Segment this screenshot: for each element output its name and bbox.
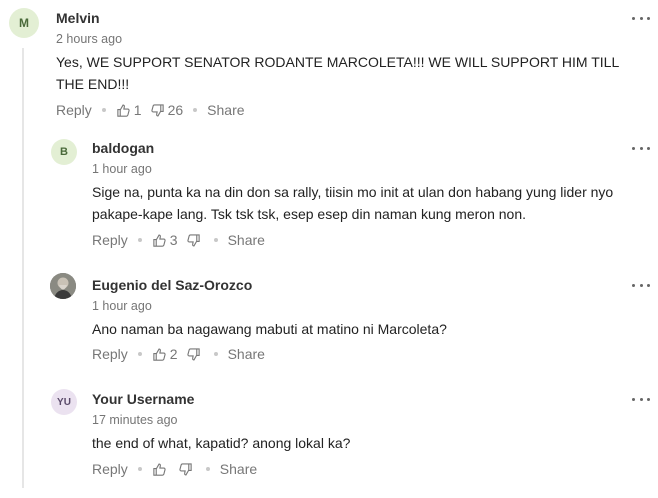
comment-actions: Reply Share — [92, 461, 257, 477]
more-options-icon[interactable] — [632, 143, 650, 153]
share-button[interactable]: Share — [228, 346, 265, 362]
avatar[interactable]: M — [9, 8, 39, 38]
reply-button[interactable]: Reply — [92, 346, 128, 362]
reply-button[interactable]: Reply — [92, 232, 128, 248]
comment-text: Yes, WE SUPPORT SENATOR RODANTE MARCOLET… — [56, 54, 619, 92]
thumbs-down-icon — [179, 462, 192, 476]
thumbs-up-icon — [153, 233, 166, 247]
comment-actions: Reply 1 26 Share — [56, 102, 245, 118]
thumbs-down-icon — [150, 103, 164, 117]
share-button[interactable]: Share — [220, 461, 257, 477]
thumbs-down-icon — [186, 347, 200, 361]
separator-dot — [193, 108, 198, 112]
upvote-button[interactable]: 2 — [152, 346, 186, 362]
separator-dot — [213, 238, 218, 242]
downvote-count: 26 — [167, 102, 184, 118]
share-button[interactable]: Share — [228, 232, 265, 248]
thumbs-down-icon — [186, 233, 200, 247]
upvote-count: 1 — [133, 102, 142, 118]
avatar[interactable] — [50, 273, 76, 299]
thread-line — [22, 48, 24, 488]
thumbs-up-icon — [117, 103, 130, 117]
avatar[interactable]: YU — [51, 389, 77, 415]
comment-text: Sige na, punta ka na din don sa rally, t… — [92, 184, 614, 222]
comment-time[interactable]: 17 minutes ago — [92, 413, 177, 427]
separator-dot — [205, 467, 210, 471]
downvote-button[interactable] — [178, 462, 204, 477]
share-button[interactable]: Share — [207, 102, 244, 118]
comment-author[interactable]: baldogan — [92, 140, 154, 156]
separator-dot — [137, 238, 142, 242]
upvote-count: 2 — [169, 346, 178, 362]
comment-time[interactable]: 1 hour ago — [92, 162, 152, 176]
upvote-button[interactable]: 1 — [116, 102, 150, 118]
downvote-button[interactable] — [186, 233, 212, 248]
profile-photo-icon — [50, 273, 76, 299]
downvote-button[interactable]: 26 — [150, 102, 192, 118]
comment-author[interactable]: Your Username — [92, 391, 194, 407]
upvote-button[interactable]: 3 — [152, 232, 186, 248]
upvote-count: 3 — [169, 232, 178, 248]
comment-author[interactable]: Eugenio del Saz-Orozco — [92, 277, 252, 293]
comment-thread: M Melvin 2 hours ago Yes, WE SUPPORT SEN… — [0, 0, 658, 498]
comment-time[interactable]: 1 hour ago — [92, 299, 152, 313]
separator-dot — [213, 352, 218, 356]
more-options-icon[interactable] — [632, 13, 650, 23]
thumbs-up-icon — [153, 462, 166, 476]
downvote-button[interactable] — [186, 347, 212, 362]
more-options-icon[interactable] — [632, 280, 650, 290]
comment-text: the end of what, kapatid? anong lokal ka… — [92, 435, 351, 451]
separator-dot — [137, 352, 142, 356]
comment-actions: Reply 3 Share — [92, 232, 265, 248]
separator-dot — [101, 108, 106, 112]
comment-author[interactable]: Melvin — [56, 10, 100, 26]
comment-actions: Reply 2 Share — [92, 346, 265, 362]
more-options-icon[interactable] — [632, 394, 650, 404]
reply-button[interactable]: Reply — [56, 102, 92, 118]
thumbs-up-icon — [153, 347, 166, 361]
reply-button[interactable]: Reply — [92, 461, 128, 477]
separator-dot — [137, 467, 142, 471]
avatar[interactable]: B — [51, 139, 77, 165]
comment-text: Ano naman ba nagawang mabuti at matino n… — [92, 321, 447, 337]
upvote-button[interactable] — [152, 462, 178, 477]
comment-time[interactable]: 2 hours ago — [56, 32, 122, 46]
